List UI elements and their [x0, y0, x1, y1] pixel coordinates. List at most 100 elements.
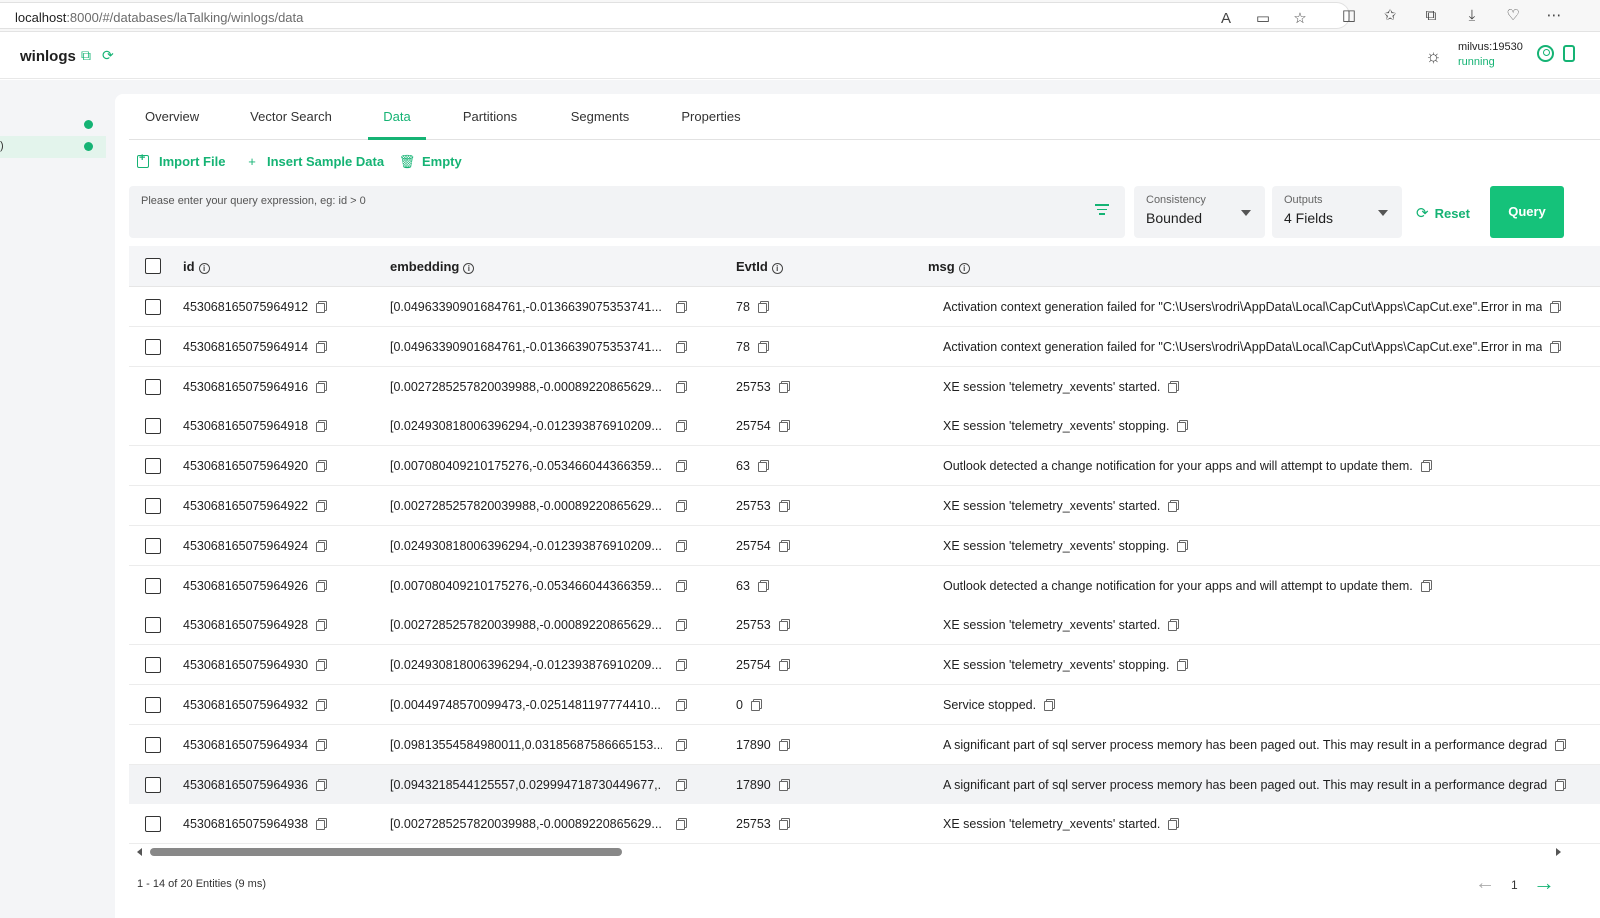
copy-icon[interactable]	[316, 738, 328, 751]
column-header-embedding[interactable]: embedding i	[390, 246, 475, 287]
info-icon[interactable]: i	[958, 263, 970, 274]
copy-icon[interactable]	[316, 380, 328, 393]
copy-icon[interactable]	[676, 420, 687, 433]
scroll-left-icon[interactable]	[137, 848, 142, 856]
row-checkbox[interactable]	[145, 776, 161, 793]
copy-icon[interactable]	[1177, 539, 1189, 552]
table-row[interactable]: 453068165075964932 [0.00449748570099473,-…	[129, 685, 1600, 725]
copy-icon[interactable]	[1044, 699, 1056, 711]
row-checkbox[interactable]	[145, 299, 161, 315]
tab-vector-search[interactable]: Vector Search	[250, 94, 332, 140]
copy-icon[interactable]	[316, 500, 328, 512]
horizontal-scrollbar[interactable]	[129, 846, 1565, 858]
copy-icon[interactable]	[1177, 420, 1189, 433]
table-row[interactable]: 453068165075964928 [0.0027285257820039988…	[129, 605, 1600, 646]
more-icon[interactable]: ⋯	[1543, 5, 1565, 27]
copy-icon[interactable]	[676, 539, 687, 552]
copy-icon[interactable]	[1168, 380, 1180, 393]
copy-icon[interactable]	[778, 380, 790, 393]
copy-icon[interactable]	[1555, 778, 1567, 791]
previous-page-arrow-icon[interactable]: ←	[1475, 872, 1495, 895]
collections-icon[interactable]: ⧉	[1420, 5, 1442, 27]
panel-icon[interactable]	[1563, 45, 1575, 62]
copy-icon[interactable]	[1168, 818, 1180, 831]
table-row[interactable]: 453068165075964934 [0.09813554584980011,0…	[129, 724, 1600, 765]
reset-button[interactable]: ⟳ Reset	[1416, 204, 1470, 222]
copy-icon[interactable]	[316, 539, 328, 552]
next-page-arrow-icon[interactable]: →	[1533, 870, 1555, 896]
table-row[interactable]: 453068165075964930 [0.024930818006396294,…	[129, 645, 1600, 686]
row-checkbox[interactable]	[145, 697, 161, 713]
copy-icon[interactable]	[316, 699, 328, 711]
refresh-icon[interactable]: ⟳	[102, 47, 114, 64]
sidebar-item[interactable]	[0, 114, 106, 136]
info-icon[interactable]: i	[771, 263, 783, 274]
copy-icon[interactable]	[778, 420, 790, 433]
copy-icon[interactable]	[778, 738, 790, 751]
copy-icon[interactable]	[1168, 619, 1180, 632]
row-checkbox[interactable]	[145, 418, 161, 435]
import-file-button[interactable]: Import File	[137, 152, 225, 174]
copy-icon[interactable]	[676, 500, 687, 512]
empty-button[interactable]: 🗑 Empty	[398, 154, 462, 174]
copy-icon[interactable]	[778, 619, 790, 632]
row-checkbox[interactable]	[145, 338, 161, 355]
copy-icon[interactable]	[316, 340, 328, 353]
column-header-id[interactable]: id i	[183, 246, 210, 287]
favorites-icon[interactable]: ✩	[1379, 5, 1401, 27]
copy-icon[interactable]	[757, 460, 769, 473]
row-checkbox[interactable]	[145, 816, 161, 833]
copy-icon[interactable]	[316, 659, 328, 672]
copy-icon[interactable]: ⧉	[81, 47, 91, 64]
copy-icon[interactable]	[316, 579, 328, 592]
row-checkbox[interactable]	[145, 577, 161, 594]
copy-icon[interactable]	[757, 579, 769, 592]
row-checkbox[interactable]	[145, 498, 161, 514]
table-row[interactable]: 453068165075964912 [0.04963390901684761,-…	[129, 287, 1600, 327]
outputs-select[interactable]: Outputs 4 Fields	[1272, 186, 1402, 238]
tab-data[interactable]: Data	[368, 94, 426, 140]
tab-segments[interactable]: Segments	[569, 94, 631, 140]
table-row[interactable]: 453068165075964916 [0.0027285257820039988…	[129, 366, 1600, 407]
info-icon[interactable]: i	[463, 263, 475, 274]
copy-icon[interactable]	[757, 340, 769, 353]
row-checkbox[interactable]	[145, 736, 161, 753]
url-text[interactable]: localhost:8000/#/databases/laTalking/win…	[15, 10, 303, 25]
copy-icon[interactable]	[676, 340, 687, 353]
copy-icon[interactable]	[316, 420, 328, 433]
row-checkbox[interactable]	[145, 458, 161, 475]
copy-icon[interactable]	[316, 619, 328, 632]
copy-icon[interactable]	[676, 778, 687, 791]
row-checkbox[interactable]	[145, 617, 161, 634]
copy-icon[interactable]	[1177, 659, 1189, 672]
tab-partitions[interactable]: Partitions	[461, 94, 519, 140]
copy-icon[interactable]	[316, 818, 328, 831]
copy-icon[interactable]	[778, 539, 790, 552]
scroll-right-icon[interactable]	[1556, 848, 1561, 856]
extensions-icon[interactable]: ♡	[1502, 5, 1524, 27]
filter-icon[interactable]	[1095, 204, 1109, 218]
copy-icon[interactable]	[676, 619, 687, 632]
table-row[interactable]: 453068165075964936 [0.0943218544125557,0.…	[129, 764, 1600, 805]
copy-icon[interactable]	[1555, 738, 1567, 751]
table-row[interactable]: 453068165075964920 [0.007080409210175276,…	[129, 446, 1600, 487]
query-button[interactable]: Query	[1490, 186, 1564, 238]
table-row[interactable]: 453068165075964938 [0.0027285257820039988…	[129, 804, 1600, 845]
copy-icon[interactable]	[1420, 460, 1432, 473]
copy-icon[interactable]	[676, 460, 687, 473]
copy-icon[interactable]	[1550, 340, 1562, 353]
copy-icon[interactable]	[1550, 301, 1562, 313]
table-row[interactable]: 453068165075964926 [0.007080409210175276,…	[129, 565, 1600, 606]
copy-icon[interactable]	[676, 579, 687, 592]
address-bar[interactable]: localhost:8000/#/databases/laTalking/win…	[0, 2, 1350, 29]
copy-icon[interactable]	[778, 778, 790, 791]
table-row[interactable]: 453068165075964914 [0.04963390901684761,-…	[129, 326, 1600, 367]
copy-icon[interactable]	[676, 380, 687, 393]
column-header-evtid[interactable]: EvtId i	[736, 246, 783, 287]
consistency-select[interactable]: Consistency Bounded	[1134, 186, 1265, 238]
table-row[interactable]: 453068165075964924 [0.024930818006396294,…	[129, 525, 1600, 566]
copy-icon[interactable]	[778, 500, 790, 512]
copy-icon[interactable]	[750, 699, 762, 711]
table-row[interactable]: 453068165075964918 [0.024930818006396294,…	[129, 406, 1600, 447]
copy-icon[interactable]	[676, 738, 687, 751]
